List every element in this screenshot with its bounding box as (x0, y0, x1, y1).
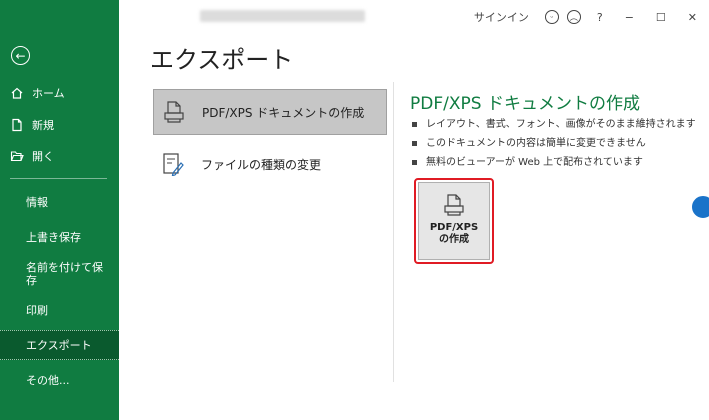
button-label-line2: の作成 (438, 234, 469, 245)
create-pdf-xps-button-face[interactable]: PDF/XPS の作成 (418, 182, 490, 260)
create-pdf-xps-button[interactable]: PDF/XPS の作成 (414, 178, 494, 264)
bullet-icon (412, 122, 417, 127)
sidebar-item-export[interactable]: エクスポート (26, 339, 114, 352)
change-file-type-icon (163, 153, 184, 176)
titlebar-controls: サインイン ᵕ ︵ ? − ☐ ✕ (458, 6, 709, 28)
sidebar-item-open[interactable]: 開く (0, 148, 119, 164)
bullet-text: レイアウト、書式、フォント、画像がそのまま維持されます (426, 119, 696, 130)
sidebar-item-label: 開く (32, 150, 54, 163)
new-document-icon (12, 118, 22, 132)
bullet-text: このドキュメントの内容は簡単に変更できません (426, 138, 646, 149)
export-option-label: PDF/XPS ドキュメントの作成 (202, 105, 365, 120)
bullet-text: 無料のビューアーが Web 上で配布されています (426, 157, 643, 168)
export-option-label: ファイルの種類の変更 (201, 157, 322, 172)
pdf-document-icon (164, 101, 184, 123)
document-title-blurred (200, 10, 365, 22)
minimize-button[interactable]: − (625, 11, 634, 24)
side-panel-badge-icon[interactable] (690, 194, 709, 220)
bullet-item: 無料のビューアーが Web 上で配布されています (412, 153, 696, 172)
backstage-sidebar: ← ホーム 新規 開く 情報 上書き保存 名前を付けて保存 印刷 エクスポート … (0, 0, 119, 420)
sidebar-item-home[interactable]: ホーム (0, 85, 119, 101)
bullet-item: このドキュメントの内容は簡単に変更できません (412, 134, 696, 153)
sidebar-item-save[interactable]: 上書き保存 (26, 231, 114, 244)
frown-icon[interactable]: ︵ (566, 10, 581, 24)
sidebar-divider (10, 178, 107, 179)
sidebar-item-info[interactable]: 情報 (26, 196, 114, 209)
sidebar-item-print[interactable]: 印刷 (26, 304, 114, 317)
home-icon (11, 87, 23, 99)
smile-icon[interactable]: ᵕ (544, 10, 559, 24)
create-pdf-xps-label: PDF/XPS の作成 (430, 222, 478, 246)
sidebar-item-label: ホーム (32, 87, 65, 100)
signin-link[interactable]: サインイン (474, 9, 529, 25)
button-label-line1: PDF/XPS (429, 222, 479, 233)
back-arrow-icon[interactable]: ← (11, 46, 30, 65)
export-option-change-file-type[interactable]: ファイルの種類の変更 (153, 141, 387, 187)
close-button[interactable]: ✕ (688, 11, 697, 24)
sidebar-item-save-as[interactable]: 名前を付けて保存 (26, 261, 108, 287)
page-title: エクスポート (150, 46, 294, 74)
open-folder-icon (10, 151, 24, 162)
detail-title: PDF/XPS ドキュメントの作成 (410, 94, 640, 114)
detail-bullet-list: レイアウト、書式、フォント、画像がそのまま維持されます このドキュメントの内容は… (412, 115, 696, 172)
export-option-create-pdf[interactable]: PDF/XPS ドキュメントの作成 (153, 89, 387, 135)
pdf-document-icon (444, 194, 464, 216)
bullet-icon (412, 160, 417, 165)
bullet-item: レイアウト、書式、フォント、画像がそのまま維持されます (412, 115, 696, 134)
vertical-divider (393, 82, 394, 382)
sidebar-item-new[interactable]: 新規 (0, 117, 119, 133)
maximize-button[interactable]: ☐ (656, 11, 666, 24)
help-button[interactable]: ? (597, 11, 603, 24)
bullet-icon (412, 141, 417, 146)
sidebar-item-more[interactable]: その他... (26, 374, 114, 387)
sidebar-item-label: 新規 (32, 119, 54, 132)
